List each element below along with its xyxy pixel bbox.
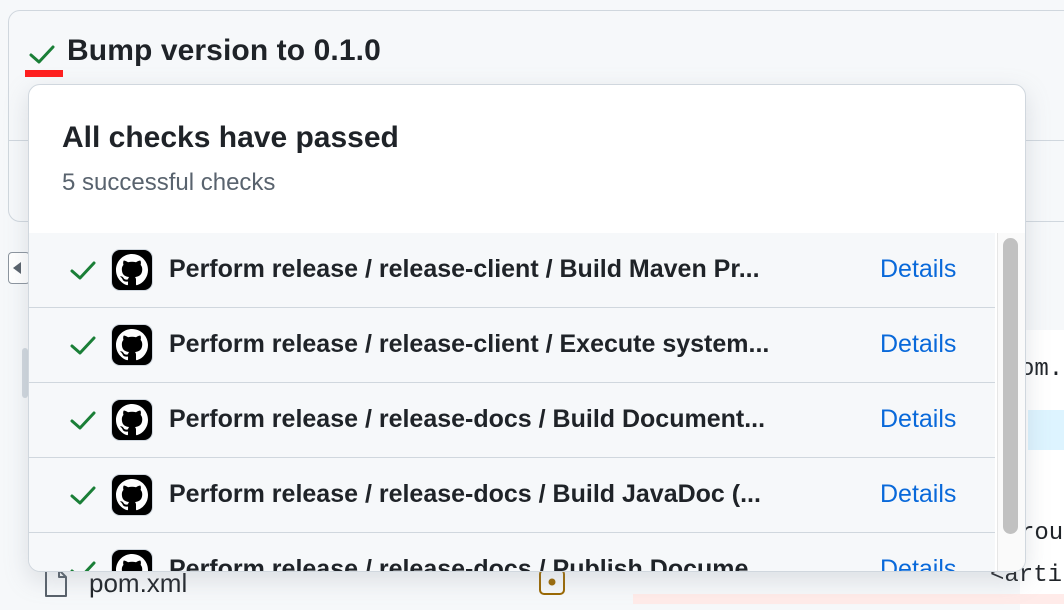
check-row[interactable]: Perform release / release-docs / Build J…: [29, 458, 995, 533]
check-name: Perform release / release-docs / Build D…: [169, 405, 766, 433]
code-fragment: rou: [1020, 520, 1064, 547]
highlight-underline: [25, 70, 63, 77]
diff-deletion-line: [633, 594, 1064, 604]
check-name: Perform release / release-client / Build…: [169, 255, 760, 283]
details-link[interactable]: Details: [880, 480, 956, 509]
check-name: Perform release / release-docs / Publish…: [169, 555, 770, 572]
file-icon: [45, 569, 67, 597]
check-icon: [70, 561, 96, 571]
check-row[interactable]: Perform release / release-docs / Build D…: [29, 383, 995, 458]
check-row[interactable]: Perform release / release-client / Execu…: [29, 308, 995, 383]
file-modified-icon: [539, 569, 565, 595]
check-name: Perform release / release-client / Execu…: [169, 330, 770, 358]
commit-title: Bump version to 0.1.0: [67, 34, 381, 67]
github-icon: [111, 399, 153, 441]
checks-popover: All checks have passed 5 successful chec…: [28, 84, 1026, 572]
code-fragment: om.x: [1020, 356, 1064, 383]
github-icon: [111, 324, 153, 366]
check-icon: [70, 411, 96, 430]
github-icon: [111, 474, 153, 516]
check-icon: [70, 486, 96, 505]
github-icon: [111, 249, 153, 291]
collapse-toggle-button[interactable]: [8, 252, 30, 284]
scrollbar-thumb[interactable]: [1003, 238, 1018, 534]
check-name: Perform release / release-docs / Build J…: [169, 480, 761, 508]
popover-header: All checks have passed 5 successful chec…: [29, 85, 1025, 233]
popover-subtitle: 5 successful checks: [62, 169, 276, 196]
check-icon[interactable]: [28, 42, 56, 66]
details-link[interactable]: Details: [880, 255, 956, 284]
check-row[interactable]: Perform release / release-client / Build…: [29, 233, 995, 308]
github-icon: [111, 549, 153, 571]
check-row[interactable]: Perform release / release-docs / Publish…: [29, 533, 995, 572]
file-name[interactable]: pom.xml: [89, 568, 187, 599]
check-icon: [70, 336, 96, 355]
diff-highlight-line: [1028, 410, 1064, 450]
details-link[interactable]: Details: [880, 555, 956, 571]
details-link[interactable]: Details: [880, 405, 956, 434]
checks-list: Perform release / release-client / Build…: [29, 233, 995, 572]
check-icon: [70, 261, 96, 280]
popover-title: All checks have passed: [62, 121, 399, 154]
details-link[interactable]: Details: [880, 330, 956, 359]
